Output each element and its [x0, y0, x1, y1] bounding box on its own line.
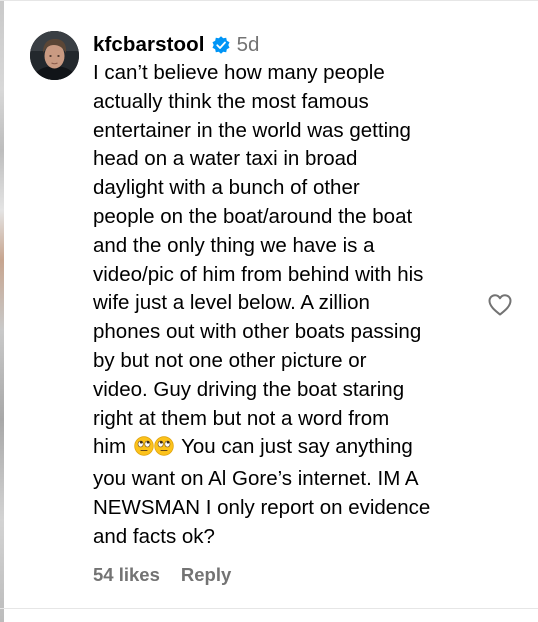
comment-line: people on the boat/around the boat: [93, 204, 413, 228]
avatar-image: [30, 31, 79, 80]
comment-line-with-emoji: him You can just say anything: [93, 433, 478, 465]
comment-line: I can’t believe how many people: [93, 61, 385, 84]
timestamp: 5d: [236, 33, 260, 56]
comment-line: and facts ok?: [93, 524, 215, 548]
comment-line: daylight with a bunch of other: [93, 176, 360, 200]
comment-text-segment: You can just say anything: [181, 435, 413, 459]
verified-badge-icon: [211, 35, 231, 55]
comment-line: and the only thing we have is a: [93, 233, 375, 257]
avatar[interactable]: [30, 31, 79, 80]
rolling-eyes-emoji-icon: [134, 436, 174, 465]
comment-text: I can’t believe how many people actually…: [93, 59, 478, 552]
username[interactable]: kfcbarstool: [93, 33, 205, 57]
comment-header: kfcbarstool 5d: [93, 31, 259, 59]
comment-line: entertainer in the world was getting: [93, 118, 411, 142]
reply-button[interactable]: Reply: [181, 564, 231, 586]
comment-line: right at them but not a word from: [93, 406, 390, 430]
comment-line: by but not one other picture or: [93, 348, 367, 372]
comment-footer: 54 likes Reply: [93, 563, 231, 587]
comment-line: phones out with other boats passing: [93, 320, 422, 344]
comment-line: video/pic of him from behind with his: [93, 262, 424, 286]
comment-line: you want on Al Gore’s internet. IM A: [93, 467, 419, 491]
comment-text-segment: him: [93, 435, 127, 459]
comment-line: video. Guy driving the boat staring: [93, 377, 405, 401]
comment-line: actually think the most famous: [93, 89, 369, 113]
bottom-divider: [0, 608, 538, 609]
comment-line: head on a water taxi in broad: [93, 147, 358, 171]
like-heart-icon[interactable]: [486, 291, 514, 319]
comment: kfcbarstool 5d I can’t believe how many …: [0, 0, 538, 622]
comment-line: NEWSMAN I only report on evidence: [93, 495, 431, 519]
comment-line: wife just a level below. A zillion: [93, 291, 370, 315]
likes-count-link[interactable]: 54 likes: [93, 564, 160, 586]
